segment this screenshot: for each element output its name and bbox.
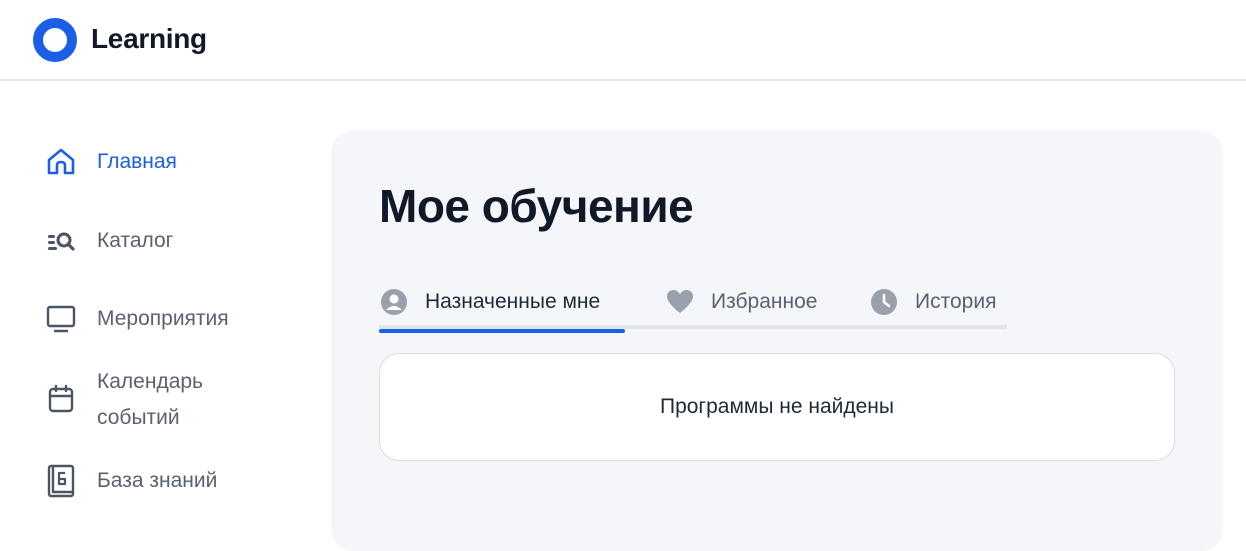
sidebar-item-label: База знаний (97, 469, 218, 492)
sidebar-item-label: Календарь событий (97, 364, 203, 436)
sidebar-item-catalog[interactable]: Каталог (44, 224, 173, 258)
main-panel: Мое обучение Назначенные мне Избранное И… (331, 131, 1223, 551)
tab-label: История (915, 290, 997, 313)
sidebar-item-home[interactable]: Главная (44, 145, 177, 179)
heart-icon (665, 287, 695, 317)
calendar-icon (44, 382, 78, 416)
sidebar-item-label: Мероприятия (97, 307, 229, 330)
app-header: Learning (0, 0, 1246, 81)
knowledge-book-icon (44, 464, 78, 498)
sidebar-item-label: Каталог (97, 229, 174, 252)
home-icon (44, 145, 78, 179)
sidebar-item-label-line2: событий (97, 406, 180, 429)
monitor-icon (44, 302, 78, 336)
sidebar-item-label: Главная (97, 150, 177, 173)
tab-favorites[interactable]: Избранное (665, 275, 817, 329)
sidebar-nav: Главная Каталог Мероприятия Календарь со… (0, 81, 330, 535)
circle-logo-icon[interactable] (33, 18, 77, 62)
clock-icon (869, 287, 899, 317)
tab-history[interactable]: История (869, 275, 996, 329)
tab-assigned[interactable]: Назначенные мне (379, 275, 625, 333)
catalog-search-icon (44, 224, 78, 258)
sidebar-item-knowledge-base[interactable]: База знаний (44, 464, 217, 498)
tab-label: Назначенные мне (425, 290, 601, 313)
sidebar-item-events[interactable]: Мероприятия (44, 302, 229, 336)
sidebar-item-label-line1: Календарь (97, 370, 203, 393)
learning-tabs: Назначенные мне Избранное История (379, 275, 1007, 333)
page-title: Мое обучение (379, 180, 694, 232)
empty-state-card: Программы не найдены (379, 353, 1175, 461)
tab-label: Избранное (711, 290, 818, 313)
sidebar-item-calendar[interactable]: Календарь событий (44, 370, 203, 429)
empty-state-message: Программы не найдены (659, 395, 894, 418)
app-brand-title[interactable]: Learning (91, 23, 207, 55)
user-circle-icon (379, 287, 409, 317)
